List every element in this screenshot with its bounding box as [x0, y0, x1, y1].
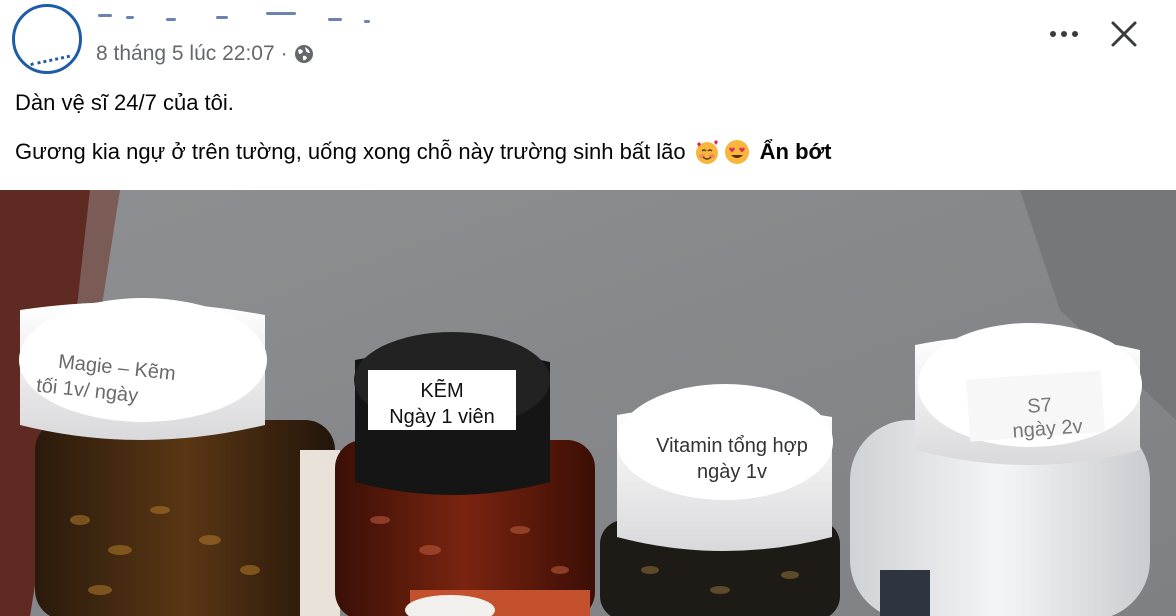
close-button[interactable]	[1106, 16, 1142, 52]
smiling-face-with-hearts-emoji	[695, 140, 718, 164]
heart-eyes-emoji	[724, 140, 749, 164]
bottle2-label-line1: KẼM	[420, 378, 463, 402]
post-text-line2-content: Gương kia ngự ở trên tường, uống xong ch…	[15, 139, 686, 164]
post-text-line1: Dàn vệ sĩ 24/7 của tôi.	[15, 90, 234, 115]
avatar[interactable]	[12, 4, 82, 74]
see-less-link[interactable]: Ẩn bớt	[760, 139, 832, 165]
globe-icon[interactable]	[294, 44, 314, 64]
meta-separator: ·	[280, 42, 288, 65]
bottle3-label-line1: Vitamin tổng hợp	[656, 435, 808, 457]
close-icon	[1111, 21, 1137, 47]
post-timestamp[interactable]: 8 tháng 5 lúc 22:07	[96, 42, 275, 66]
bottle2-label-line2: Ngày 1 viên	[389, 406, 495, 428]
post-text-line2: Gương kia ngự ở trên tường, uống xong ch…	[15, 139, 832, 165]
post-photo[interactable]: Magie – Kẽm tối 1v/ ngày KẼM Ngày 1 viên	[0, 190, 1176, 616]
bottle3-label-line2: ngày 1v	[697, 461, 767, 483]
more-options-button[interactable]	[1044, 22, 1084, 46]
bottle4-label-line1: S7	[1027, 394, 1053, 418]
author-name-redacted[interactable]	[96, 6, 376, 28]
more-icon	[1050, 31, 1056, 37]
post-meta: 8 tháng 5 lúc 22:07 ·	[96, 42, 314, 66]
bottle-vitamin-tong-hop: Vitamin tổng hợp ngày 1v	[600, 384, 840, 616]
